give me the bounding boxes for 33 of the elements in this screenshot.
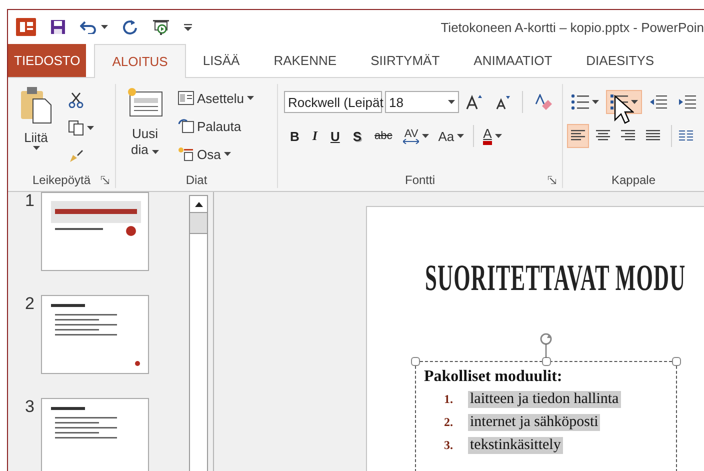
textbox-heading: Pakolliset moduulit: xyxy=(424,368,564,386)
window-title: Tietokoneen A-kortti – kopio.pptx - PowerPoin xyxy=(440,20,704,34)
list-item-text: internet ja sähköposti xyxy=(468,414,600,431)
group-label: Diat xyxy=(186,172,208,186)
font-color-button[interactable]: A xyxy=(479,124,506,148)
font-name-field[interactable]: Rockwell (Leipät xyxy=(284,91,382,113)
new-slide-button[interactable]: Uusi dia xyxy=(122,86,168,171)
paste-button[interactable]: Liitä xyxy=(14,86,58,171)
ribbon-tab[interactable]: ALOITUS xyxy=(94,44,186,78)
italic-button[interactable]: I xyxy=(306,124,324,148)
reset-button[interactable]: Palauta xyxy=(174,114,258,138)
slide-title: SUORITETTAVAT MODU xyxy=(425,257,686,300)
character-spacing-button[interactable]: AV xyxy=(399,124,434,148)
slide-number: 1 xyxy=(25,192,35,210)
group-label: Leikepöytä xyxy=(32,172,91,186)
bold-button[interactable]: B xyxy=(284,124,306,148)
slide-number: 2 xyxy=(25,295,35,313)
slide-number: 3 xyxy=(25,398,35,416)
list-number: 3. xyxy=(444,438,454,453)
list-item-text: laitteen ja tiedon hallinta xyxy=(468,391,621,408)
section-button[interactable]: Osa xyxy=(174,142,258,166)
font-size-field[interactable]: 18 xyxy=(385,91,460,113)
strike-button[interactable]: abc xyxy=(368,124,398,148)
list-number: 2. xyxy=(444,415,454,430)
change-case-button[interactable]: Aa xyxy=(434,124,468,148)
list-item-text: tekstinkäsittely xyxy=(468,437,563,454)
list-number: 1. xyxy=(444,392,454,407)
underline-button[interactable]: U xyxy=(324,124,346,148)
layout-button[interactable]: Asettelu xyxy=(174,86,258,110)
shadow-button[interactable]: S xyxy=(346,124,368,148)
group-label: Kappale xyxy=(611,172,656,186)
file-tab[interactable]: TIEDOSTO xyxy=(8,44,86,77)
group-label: Fontti xyxy=(404,172,435,186)
